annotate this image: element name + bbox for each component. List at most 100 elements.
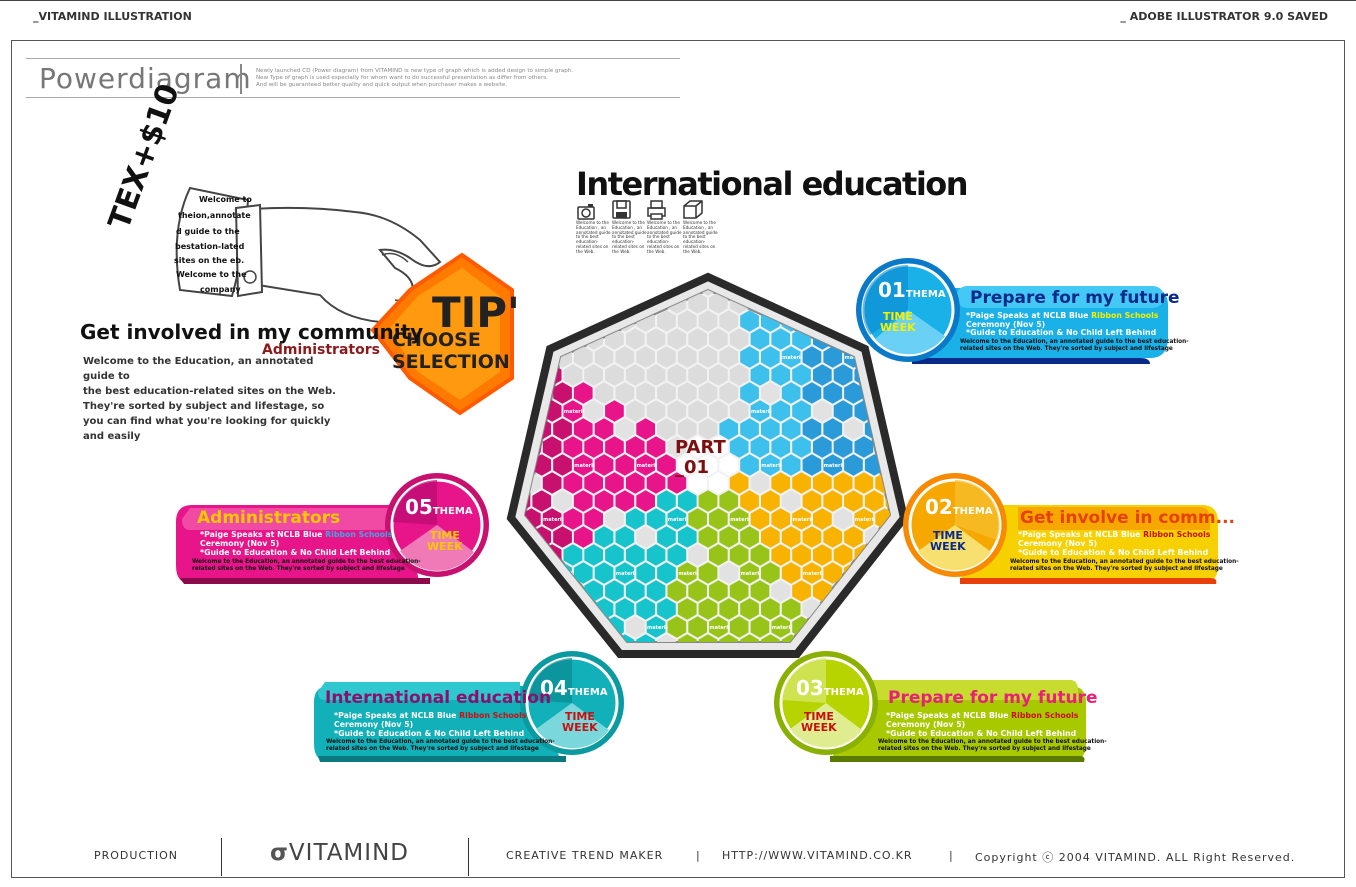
theme-3-line1: *Paige Speaks at NCLB Blue Ribbon School… [886,711,1078,720]
hex-cell [1000,400,1019,422]
part-line: PART [675,437,726,458]
hex-cell [740,670,759,692]
week-label: WEEK [562,721,598,734]
hex-cell [854,616,874,638]
hex-cell [927,202,946,224]
hex-cell [917,436,936,458]
hex-cell [979,256,998,278]
hex-cell [460,652,479,674]
material-label: material [741,571,765,577]
hex-cell [480,616,499,638]
hex-cell [626,688,645,710]
hex-cell [647,688,666,710]
hex-cell [449,202,468,224]
hex-cell [803,238,822,260]
hex-cell [823,290,843,296]
logo-text: VITAMIND [288,840,409,866]
hex-cell [792,292,811,314]
hex-cell [491,454,510,476]
hex-cell [907,634,926,656]
hex-cell [917,652,936,674]
material-label: material [772,625,796,631]
hex-cell [408,418,427,440]
hex-cell [605,256,624,278]
hex-cell [563,616,583,638]
footer-sep: | [696,849,701,862]
logo-mark-icon: σ [270,840,289,866]
material-label: material [855,517,879,523]
hex-cell [844,634,863,642]
footer-sep: | [949,849,954,862]
hex-cell [959,220,978,242]
theme-1-line1: *Paige Speaks at NCLB Blue Ribbon School… [966,311,1158,320]
material-label: material [990,247,1014,253]
hex-cell [885,634,890,642]
hex-cell [875,616,890,638]
body-line: the best education-related sites on the … [83,386,336,397]
thema-label: THEMA [823,687,864,698]
hex-cell [896,436,915,458]
material-label: material [1000,409,1024,415]
line-a: *Paige Speaks at NCLB Blue [200,530,326,539]
material-label: material [522,625,546,631]
hex-cell [948,634,967,656]
material-label: material [938,409,962,415]
hex-cell [532,634,552,642]
hex-cell [886,238,905,260]
hex-cell [751,220,770,242]
material-label: material [637,463,661,469]
hex-cell [792,220,811,242]
hex-cell [969,454,988,476]
material-label: material [959,625,983,631]
material-label: material [460,625,484,631]
theme-num: 05 [405,495,433,519]
hex-cell [844,598,863,620]
hex-cell [480,652,499,674]
printer-icon [647,200,666,220]
hex-cell [959,256,978,278]
footer-url[interactable]: HTTP://WWW.VITAMIND.CO.KR [722,849,912,862]
theme-3-title: Prepare for my future [888,688,1098,708]
hex-cell [439,220,458,242]
line-a: *Paige Speaks at NCLB Blue [886,711,1012,720]
line-b: Ribbon Schools [459,711,527,720]
material-label: material [678,571,702,577]
hex-cell [948,418,967,440]
hex-cell [647,256,666,278]
hex-cell [1000,256,1019,278]
hex-cell [865,238,884,260]
theme-1-title: Prepare for my future [970,288,1180,308]
material-label: material [668,517,692,523]
week-label: WEEK [930,540,966,553]
paper-line: theion,annotate [178,211,251,220]
hex-cell [460,580,479,602]
hex-cell [761,290,780,296]
hex-cell [875,220,894,242]
paper-line: d guide to the [176,227,240,236]
hex-cell [979,616,998,638]
hex-cell [491,202,510,224]
hex-cell [408,634,427,656]
hex-cell [896,400,915,422]
hex-cell [803,202,822,224]
hex-cell [501,616,520,638]
hex-cell [813,220,832,242]
theme-2-desc1: Welcome to the Education, an annotated g… [1010,559,1239,565]
hex-cell [938,652,957,674]
hex-cell [751,256,770,278]
paper-line: Welcome to the [176,270,247,279]
hex-cell [480,580,499,602]
hex-cell [730,688,749,710]
part-label: PART _01 [675,438,726,478]
hex-cell [543,256,562,278]
hex-cell [460,220,479,242]
hex-cell [719,202,738,224]
hex-cell [428,418,447,440]
hex-cell [678,670,697,692]
hex-cell [418,220,437,242]
hex-cell [525,328,541,350]
hex-cell [834,256,853,278]
footer-production: PRODUCTION [94,849,178,862]
hex-cell [782,202,801,224]
footer-divider [468,838,469,876]
